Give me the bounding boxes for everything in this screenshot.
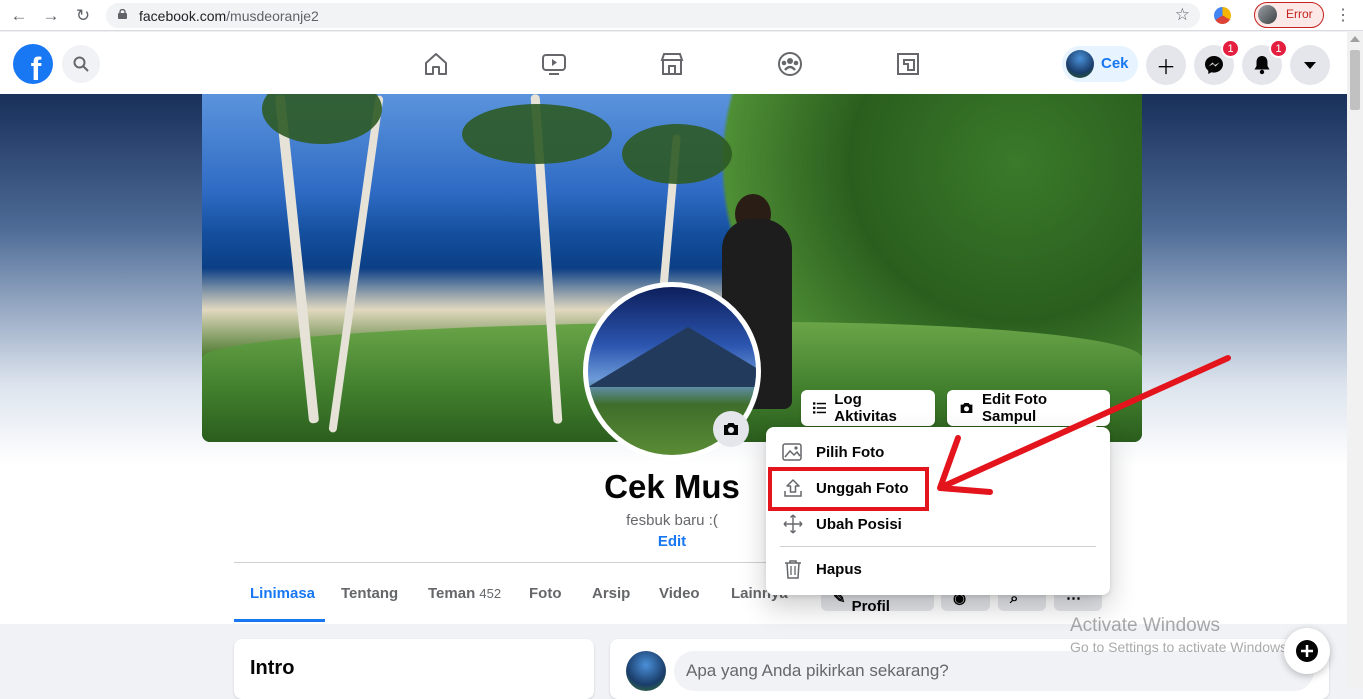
search-button[interactable] (62, 45, 100, 83)
menu-item-label: Ubah Posisi (816, 515, 902, 533)
trash-icon (785, 560, 801, 579)
forward-arrow-icon[interactable]: → (40, 5, 62, 27)
notifications-badge: 1 (1269, 39, 1288, 58)
url-text: facebook.com/musdeoranje2 (139, 8, 319, 24)
friends-count: 452 (479, 586, 502, 601)
profile-picture-mountain (588, 327, 756, 387)
activity-log-button[interactable]: Log Aktivitas (801, 390, 935, 426)
home-nav-button[interactable] (422, 50, 450, 78)
move-icon (783, 514, 803, 534)
messenger-icon (1205, 56, 1223, 74)
browser-toolbar: ← → ↻ facebook.com/musdeoranje2 ☆ Error … (0, 0, 1363, 31)
video-icon (542, 54, 566, 75)
facebook-logo-icon[interactable]: f (13, 44, 53, 84)
menu-item-delete[interactable]: Hapus (774, 552, 1102, 586)
activate-windows-watermark: Activate Windows Go to Settings to activ… (1070, 615, 1291, 655)
photo-icon (782, 443, 802, 461)
groups-nav-button[interactable] (776, 50, 804, 78)
composer-avatar[interactable] (626, 651, 666, 691)
home-icon (425, 53, 447, 75)
tree-canopy (462, 104, 612, 164)
intro-title: Intro (250, 657, 295, 679)
compose-icon (1296, 640, 1318, 662)
back-arrow-icon[interactable]: ← (8, 5, 30, 27)
profile-shortcut-button[interactable]: Cek (1062, 46, 1138, 82)
page-scrollbar[interactable] (1347, 32, 1363, 687)
profile-shortcut-name: Cek (1101, 55, 1129, 72)
red-arrow-annotation (937, 355, 1231, 495)
menu-item-reposition[interactable]: Ubah Posisi (774, 507, 1102, 541)
marketplace-icon (660, 53, 684, 75)
profile-error-button[interactable]: Error (1254, 2, 1324, 28)
tab-videos[interactable]: Video (659, 585, 700, 602)
list-icon (813, 402, 827, 414)
tab-friends[interactable]: Teman 452 (428, 585, 501, 602)
user-avatar (1066, 50, 1094, 78)
intro-card: Intro (234, 639, 594, 699)
facebook-top-nav: f Cek ＋ 1 1 (0, 32, 1347, 94)
messenger-badge: 1 (1221, 39, 1240, 58)
browser-menu-icon[interactable]: ⋮ (1335, 5, 1351, 25)
active-tab-indicator (234, 619, 325, 622)
groups-icon (778, 52, 802, 76)
watermark-subtitle: Go to Settings to activate Windows. (1070, 639, 1291, 655)
scroll-up-arrow-icon[interactable] (1350, 36, 1360, 42)
extension-icon[interactable] (1214, 7, 1231, 24)
reload-icon[interactable]: ↻ (72, 5, 94, 27)
url-path: /musdeoranje2 (226, 8, 319, 24)
activity-log-label: Log Aktivitas (834, 391, 897, 425)
bookmark-star-icon[interactable]: ☆ (1175, 5, 1190, 25)
scroll-thumb[interactable] (1350, 50, 1360, 110)
bell-icon (1254, 56, 1270, 75)
watermark-title: Activate Windows (1070, 615, 1220, 636)
tab-friends-label: Teman (428, 585, 476, 602)
tab-timeline[interactable]: Linimasa (250, 585, 315, 602)
camera-icon (724, 423, 738, 435)
upload-photo-highlight (768, 467, 929, 511)
gaming-nav-button[interactable] (894, 50, 922, 78)
composer-input[interactable]: Apa yang Anda pikirkan sekarang? (674, 651, 1314, 691)
tab-photos[interactable]: Foto (529, 585, 561, 602)
browser-profile-avatar (1258, 5, 1277, 24)
address-bar[interactable]: facebook.com/musdeoranje2 ☆ (106, 3, 1200, 28)
notifications-button[interactable]: 1 (1242, 39, 1288, 85)
menu-item-label: Hapus (816, 560, 862, 578)
tree-canopy (622, 124, 732, 184)
profile-bio: fesbuk baru :( (626, 512, 718, 529)
account-menu-button[interactable] (1290, 45, 1330, 85)
update-profile-picture-button[interactable] (713, 411, 749, 447)
watch-nav-button[interactable] (540, 50, 568, 78)
menu-item-label: Pilih Foto (816, 443, 885, 461)
search-icon (73, 56, 89, 72)
marketplace-nav-button[interactable] (658, 50, 686, 78)
caret-down-icon (1304, 61, 1316, 69)
new-message-button[interactable] (1284, 628, 1330, 674)
plus-icon: ＋ (1156, 56, 1176, 79)
tab-archive[interactable]: Arsip (592, 585, 630, 602)
messenger-button[interactable]: 1 (1194, 39, 1240, 85)
lock-icon (118, 9, 127, 19)
gaming-icon (897, 53, 919, 75)
profile-name: Cek Mus (604, 468, 740, 505)
tab-about[interactable]: Tentang (341, 585, 398, 602)
url-host: facebook.com (139, 8, 227, 24)
create-button[interactable]: ＋ (1146, 45, 1186, 85)
menu-separator (780, 546, 1096, 547)
edit-bio-link[interactable]: Edit (560, 533, 784, 550)
profile-error-label: Error (1286, 7, 1313, 21)
